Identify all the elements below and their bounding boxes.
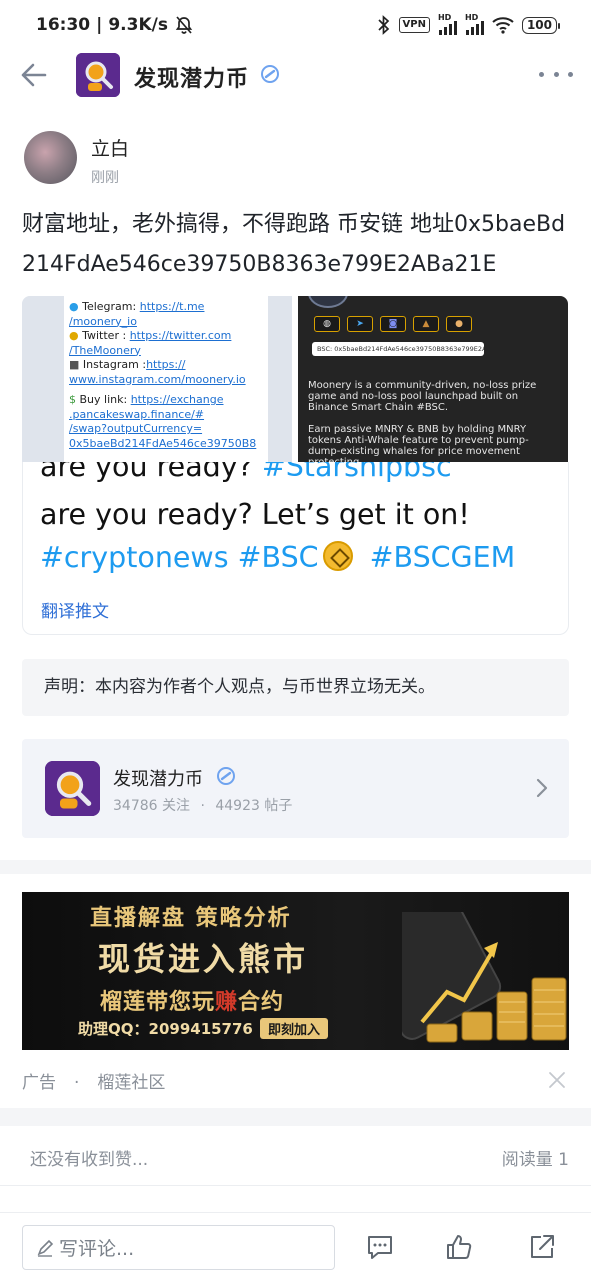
post-image-left[interactable]: ● Telegram: https://t.me /moonery_io ● T… [22,296,292,462]
hashtag-bsc[interactable]: #BSC [238,541,319,574]
verified-icon [217,767,235,785]
status-separator: | [96,15,103,35]
bluetooth-icon [377,15,389,35]
wifi-icon [492,17,514,34]
back-arrow-icon[interactable] [18,60,48,90]
contract-address: BSC: 0x5baeBd214FdAe546ce39750B8363e799E… [312,342,484,356]
section-divider [0,860,591,874]
author-avatar[interactable] [24,131,77,184]
tweet-line-1: are you ready? #Starshipbsc [40,462,452,483]
author-name[interactable]: 立白 [91,134,129,161]
disclaimer: 声明：本内容为作者个人观点，与币世界立场无关。 [22,659,569,716]
poop-icon: ▲ [413,316,439,332]
signal-1-icon: HD [438,13,457,35]
translate-tweet-link[interactable]: 翻译推文 [41,597,109,622]
more-options-button[interactable] [539,62,573,86]
share-icon[interactable] [528,1233,556,1261]
read-count: 阅读量 1 [501,1150,569,1170]
ad-label: 广告 [22,1073,56,1093]
likes-row: 还没有收到赞... 阅读量 1 [0,1126,591,1186]
channel-card[interactable]: 发现潜力币 34786 关注 · 44923 帖子 [22,739,569,838]
hashtag-bscgem[interactable]: #BSCGEM [370,541,516,574]
gold-coins-chart-image [402,912,567,1043]
project-description: Moonery is a community-driven, no-loss p… [308,380,537,462]
status-bar: 16:30 | 9.3K/s VPN HD HD 100 [0,0,591,50]
post-text: 财富地址，老外搞得，不得跑路 币安链 地址0x5baeBd214FdAe546c… [22,212,566,277]
post-image-right[interactable]: ◍ ➤ ◙ ▲ ● BSC: 0x5baeBd214FdAe546ce39750… [298,296,568,462]
ad-tagline: 榴莲带您玩赚合约 [100,990,285,1015]
status-time: 16:30 [36,15,91,35]
camera-icon: ■ [69,358,80,371]
smile-icon: ● [69,329,79,342]
close-icon[interactable] [548,1071,566,1089]
post-time: 刚刚 [91,170,119,186]
ad-banner[interactable]: 直播解盘 策略分析 现货进入熊市 榴莲带您玩赚合约 助理QQ：209941577… [22,892,569,1050]
channel-stats: 34786 关注 · 44923 帖子 [113,798,293,814]
tweet-line-2: are you ready? Let’s get it on! [40,498,470,531]
channel-avatar[interactable] [76,53,120,97]
status-network-speed: 9.3K/s [108,15,168,35]
ad-source: 榴莲社区 [97,1073,166,1093]
telegram-icon: ➤ [347,316,373,332]
ad-title: 现货进入熊市 [98,940,309,978]
battery-indicator: 100 [521,16,561,34]
hashtag-cryptonews[interactable]: #cryptonews [40,541,229,574]
verified-icon [261,65,279,83]
binance-coin-icon [322,541,353,571]
signal-2-icon: HD [465,13,484,35]
money-icon: $ [69,393,76,406]
channel-followers: 34786 关注 [113,798,190,814]
channel-name: 发现潜力币 [113,769,203,790]
ad-footer: 广告 · 榴莲社区 [22,1073,166,1093]
ad-headline: 直播解盘 策略分析 [90,906,292,931]
section-divider [0,1108,591,1126]
telegram-icon: ● [69,300,79,313]
ad-contact: 助理QQ：2099415776 [78,1020,253,1038]
pencil-icon [37,1239,54,1257]
vpn-badge: VPN [398,17,430,33]
comment-icon[interactable] [366,1233,394,1261]
tweet-card[interactable]: are you ready? #Starshipbsc are you read… [22,462,569,635]
page-title: 发现潜力币 [134,67,250,92]
bottom-action-bar: 写评论... [0,1212,591,1280]
ad-join-button[interactable]: 即刻加入 [260,1018,329,1039]
pancake-icon: ● [446,316,472,332]
chevron-right-icon [536,778,548,798]
tweet-hashtags: #cryptonews #BSC #BSCGEM [40,541,515,574]
page-header: 发现潜力币 [0,50,591,100]
mute-bell-icon [175,16,193,34]
discord-icon: ◙ [380,316,406,332]
globe-icon: ◍ [314,316,340,332]
comment-input[interactable]: 写评论... [22,1225,335,1270]
thumbs-up-icon[interactable] [445,1233,473,1261]
channel-posts: 44923 帖子 [215,798,293,814]
channel-card-avatar [45,761,100,816]
likes-empty-text: 还没有收到赞... [30,1150,149,1170]
